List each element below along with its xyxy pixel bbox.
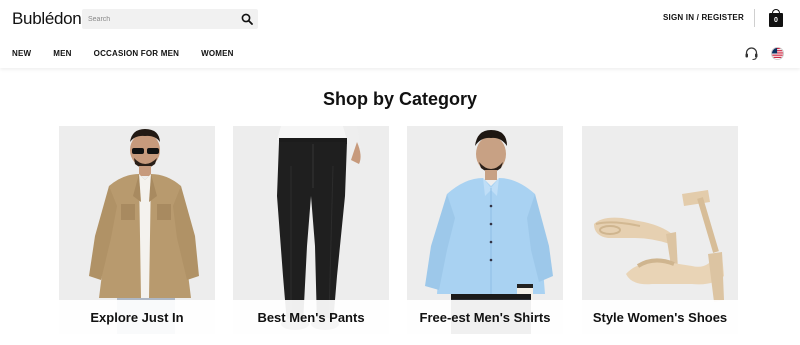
cart-count-badge: 0 — [769, 13, 783, 27]
category-card-style-womens-shoes[interactable]: Style Women's Shoes — [582, 126, 738, 334]
shopping-bag-icon[interactable]: 0 — [769, 9, 783, 27]
header-divider — [754, 9, 755, 27]
search-input[interactable] — [88, 12, 238, 26]
search-bar[interactable] — [82, 9, 258, 29]
nav-item-men[interactable]: MEN — [53, 49, 71, 58]
site-header: Bublédon SIGN IN / REGISTER 0 NEW MEN OC… — [0, 0, 800, 68]
nav-item-new[interactable]: NEW — [12, 49, 31, 58]
main-nav: NEW MEN OCCASION FOR MEN WOMEN — [12, 49, 256, 58]
nav-item-occasion-for-men[interactable]: OCCASION FOR MEN — [94, 49, 179, 58]
sign-in-register-link[interactable]: SIGN IN / REGISTER — [663, 13, 744, 22]
category-label: Best Men's Pants — [257, 310, 365, 325]
category-label: Free-est Men's Shirts — [419, 310, 551, 325]
category-card-best-mens-pants[interactable]: Best Men's Pants — [233, 126, 389, 334]
category-label: Style Women's Shoes — [592, 310, 728, 325]
category-card-explore-just-in[interactable]: Explore Just In — [59, 126, 215, 334]
category-label: Explore Just In — [90, 310, 184, 325]
page-title: Shop by Category — [322, 89, 478, 109]
nav-item-women[interactable]: WOMEN — [201, 49, 234, 58]
us-flag-icon[interactable] — [771, 47, 784, 60]
category-card-free-est-mens-shirts[interactable]: Free-est Men's Shirts — [407, 126, 563, 334]
brand-logo[interactable]: Bublédon — [12, 9, 82, 29]
headset-icon[interactable] — [744, 46, 759, 61]
search-icon[interactable] — [241, 13, 253, 25]
